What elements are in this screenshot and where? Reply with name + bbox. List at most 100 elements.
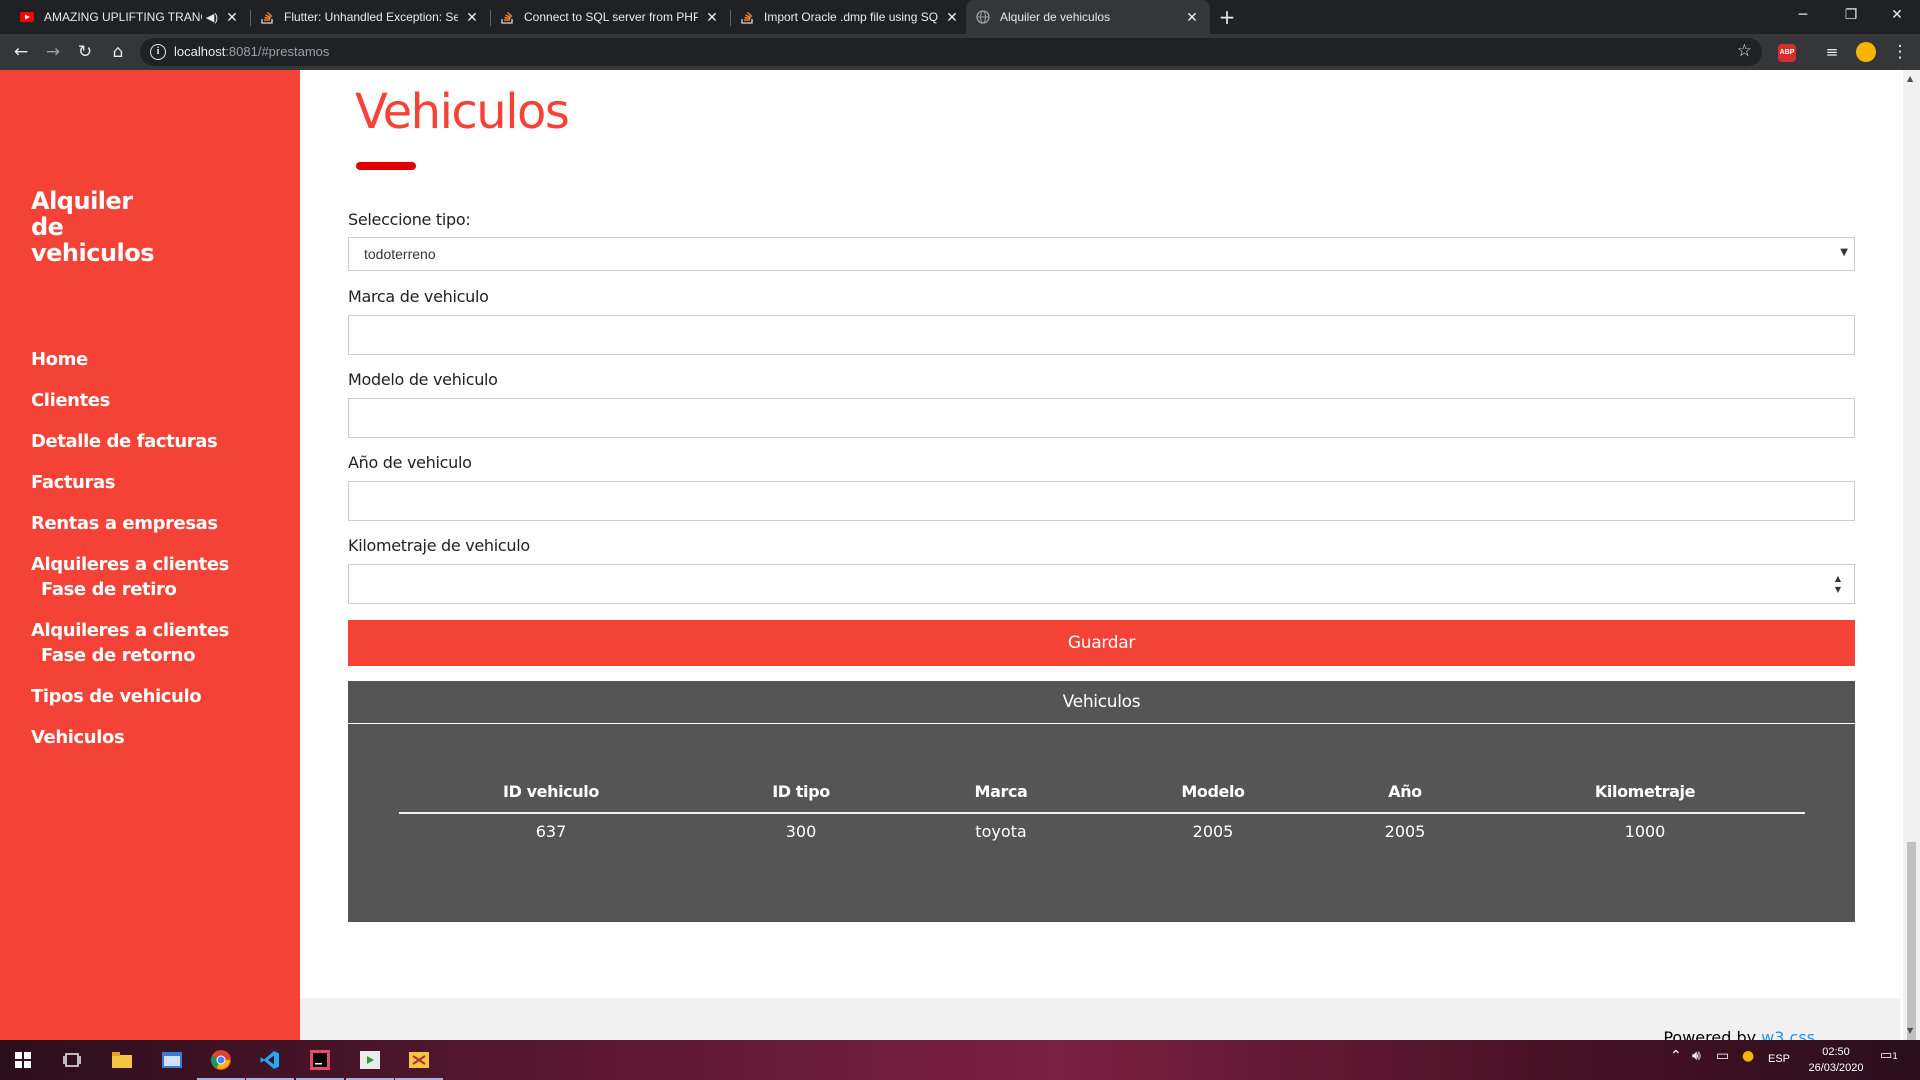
sidebar-item-alquileres-retiro[interactable]: Alquileres a clientes Fase de retiro: [31, 552, 229, 602]
sidebar: Alquiler de vehiculos Home Clientes Deta…: [0, 70, 300, 1040]
close-window-button[interactable]: ✕: [1874, 0, 1920, 30]
scroll-up-icon[interactable]: ▲: [1907, 74, 1913, 83]
number-spinner-icon[interactable]: ▲ ▼: [1832, 573, 1844, 595]
minimize-button[interactable]: ─: [1780, 0, 1826, 30]
close-tab-icon[interactable]: ✕: [224, 9, 240, 26]
network-icon[interactable]: ▭: [1716, 1048, 1729, 1064]
anio-input[interactable]: [348, 481, 1855, 521]
sidebar-item-detalle-facturas[interactable]: Detalle de facturas: [31, 429, 218, 454]
media-app-icon[interactable]: [346, 1046, 394, 1080]
close-tab-icon[interactable]: ✕: [1184, 9, 1200, 26]
table-cell-kilometraje: 1000: [1624, 822, 1666, 841]
clock[interactable]: 02:50 26/03/2020: [1800, 1044, 1872, 1076]
restore-button[interactable]: ❐: [1828, 0, 1874, 30]
tab-title: Alquiler de vehiculos: [1000, 10, 1111, 24]
back-icon[interactable]: ←: [9, 40, 33, 64]
input-language[interactable]: ESP: [1768, 1053, 1790, 1065]
vehiculos-table: ID vehiculo ID tipo Marca Modelo Año Kil…: [348, 724, 1855, 922]
sidebar-item-home[interactable]: Home: [31, 347, 88, 372]
tab-title: Flutter: Unhandled Exception: Se: [284, 10, 458, 24]
marca-label: Marca de vehiculo: [348, 287, 489, 306]
adblock-icon[interactable]: ABP: [1778, 44, 1796, 62]
browser-tab-strip: AMAZING UPLIFTING TRANC ◀) ✕ Flutter: Un…: [0, 0, 1920, 34]
url-text[interactable]: localhost:8081/#prestamos: [174, 44, 329, 59]
column-header-id-tipo: ID tipo: [772, 782, 830, 801]
globe-icon: [976, 10, 990, 24]
sidebar-item-facturas[interactable]: Facturas: [31, 470, 115, 495]
stackoverflow-icon: [740, 10, 754, 24]
stackoverflow-icon: [260, 10, 274, 24]
table-cell-id-vehiculo: 637: [535, 822, 567, 841]
modelo-label: Modelo de vehiculo: [348, 370, 498, 389]
menu-kebab-icon[interactable]: ⋮: [1888, 40, 1912, 64]
task-view-icon[interactable]: [58, 1046, 86, 1074]
km-number-input[interactable]: ▲ ▼: [348, 564, 1855, 604]
tab-title: AMAZING UPLIFTING TRANC: [44, 10, 202, 24]
speaker-icon[interactable]: ◀): [206, 11, 218, 24]
table-header-divider: [399, 812, 1805, 814]
tab-title: Import Oracle .dmp file using SQ: [764, 10, 938, 24]
browser-tab-youtube[interactable]: AMAZING UPLIFTING TRANC ◀) ✕: [10, 0, 250, 34]
file-explorer-icon[interactable]: [108, 1046, 136, 1074]
address-bar[interactable]: i localhost:8081/#prestamos ☆: [140, 38, 1762, 66]
footer: Powered by w3.css: [300, 998, 1900, 1047]
bookmark-star-icon[interactable]: ☆: [1737, 41, 1752, 61]
modelo-input[interactable]: [348, 398, 1855, 438]
profile-avatar[interactable]: [1856, 42, 1876, 62]
title-underline: [356, 162, 416, 170]
info-icon[interactable]: i: [150, 44, 166, 60]
km-label: Kilometraje de vehiculo: [348, 536, 530, 555]
table-cell-id-tipo: 300: [785, 822, 817, 841]
tipo-label: Seleccione tipo:: [348, 210, 471, 229]
main-content: Vehiculos Seleccione tipo: todoterreno ▼…: [300, 70, 1900, 1040]
vehiculos-panel-header: Vehiculos: [348, 681, 1855, 723]
browser-tab-alquiler[interactable]: Alquiler de vehiculos ✕: [966, 0, 1210, 34]
weather-icon[interactable]: ●: [1742, 1048, 1754, 1064]
volume-icon[interactable]: 🔊︎: [1692, 1048, 1701, 1064]
column-header-id-vehiculo: ID vehiculo: [503, 782, 599, 801]
tipo-select[interactable]: todoterreno ▼: [348, 237, 1855, 271]
table-cell-anio: 2005: [1384, 822, 1426, 841]
stackoverflow-icon: [500, 10, 514, 24]
brand-title: Alquiler de vehiculos: [31, 187, 155, 267]
taskbar: ⌃ 🔊︎ ▭ ● ESP 02:50 26/03/2020 ▭1: [0, 1040, 1920, 1080]
reload-icon[interactable]: ↻: [73, 40, 97, 64]
tipo-selected-value: todoterreno: [364, 246, 436, 262]
sidebar-item-clientes[interactable]: Clientes: [31, 388, 110, 413]
home-icon[interactable]: ⌂: [106, 40, 130, 64]
windows-start-icon[interactable]: [9, 1046, 37, 1074]
close-tab-icon[interactable]: ✕: [944, 9, 960, 26]
chrome-icon[interactable]: [197, 1046, 245, 1080]
sidebar-item-tipos-vehiculo[interactable]: Tipos de vehiculo: [31, 684, 202, 709]
sidebar-item-alquileres-retorno[interactable]: Alquileres a clientes Fase de retorno: [31, 618, 229, 668]
column-header-marca: Marca: [974, 782, 1028, 801]
browser-tab-oracle[interactable]: Import Oracle .dmp file using SQ ✕: [730, 0, 970, 34]
notifications-icon[interactable]: ▭1: [1880, 1048, 1898, 1063]
anio-label: Año de vehiculo: [348, 453, 472, 472]
media-controls-icon[interactable]: ≡: [1820, 40, 1844, 64]
sidebar-item-rentas-empresas[interactable]: Rentas a empresas: [31, 511, 218, 536]
marca-input[interactable]: [348, 315, 1855, 355]
page-scrollbar[interactable]: ▲ ▼: [1903, 70, 1920, 1080]
close-tab-icon[interactable]: ✕: [464, 9, 480, 26]
tray-chevron-up-icon[interactable]: ⌃: [1670, 1048, 1682, 1064]
close-tab-icon[interactable]: ✕: [704, 9, 720, 26]
browser-toolbar: ← → ↻ ⌂ i localhost:8081/#prestamos ☆ AB…: [0, 34, 1920, 70]
app-window-icon[interactable]: [158, 1046, 186, 1074]
tab-title: Connect to SQL server from PHP: [524, 10, 698, 24]
scroll-down-icon[interactable]: ▼: [1907, 1026, 1913, 1035]
app-icon[interactable]: [395, 1046, 443, 1080]
intellij-icon[interactable]: [296, 1046, 344, 1080]
browser-tab-sqlserver[interactable]: Connect to SQL server from PHP ✕: [490, 0, 730, 34]
vscode-icon[interactable]: [246, 1046, 294, 1080]
youtube-icon: [20, 10, 34, 24]
table-cell-modelo: 2005: [1192, 822, 1234, 841]
sidebar-item-vehiculos[interactable]: Vehiculos: [31, 725, 125, 750]
browser-tab-flutter[interactable]: Flutter: Unhandled Exception: Se ✕: [250, 0, 490, 34]
guardar-button[interactable]: Guardar: [348, 620, 1855, 666]
forward-icon[interactable]: →: [41, 40, 65, 64]
chevron-down-icon: ▼: [1840, 247, 1848, 258]
new-tab-button[interactable]: +: [1214, 4, 1240, 30]
column-header-modelo: Modelo: [1181, 782, 1245, 801]
column-header-kilometraje: Kilometraje: [1594, 782, 1696, 801]
